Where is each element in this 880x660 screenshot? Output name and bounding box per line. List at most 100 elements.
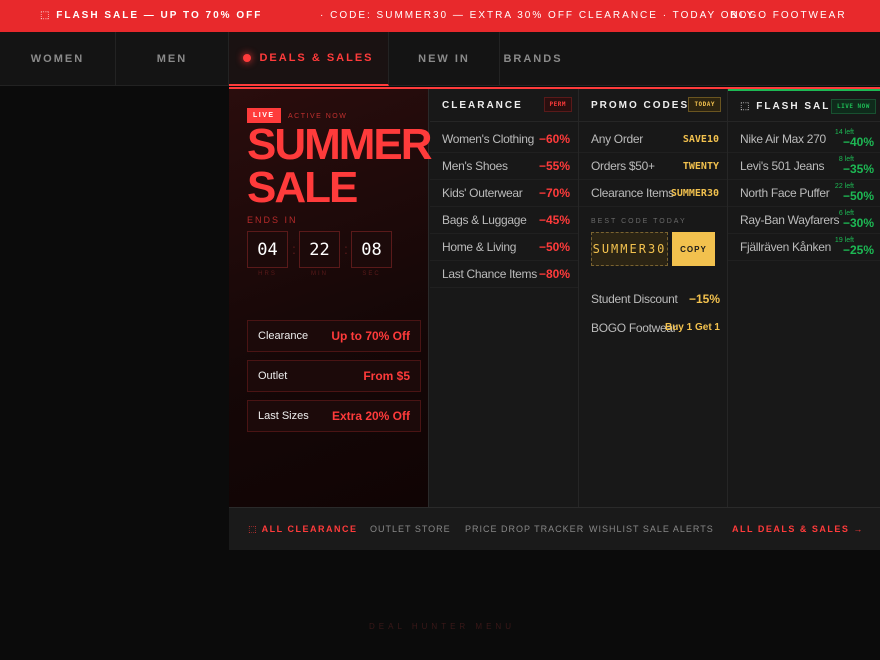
list-item[interactable]: Orders $50+ TWENTY: [579, 153, 727, 180]
all-clearance-link[interactable]: ⬚ ALL CLEARANCE: [248, 524, 358, 535]
nav-item-brands[interactable]: BRANDS: [500, 32, 566, 86]
flash-heading: ⬚ FLASH SALES LIVE NOW: [728, 89, 880, 122]
product-discount: −40%: [842, 135, 874, 149]
price-drop-tracker-link[interactable]: PRICE DROP TRACKER: [465, 524, 584, 534]
promo-value: −15%: [688, 291, 720, 306]
promo-heading: PROMO CODES TODAY: [579, 89, 727, 122]
item-discount: −70%: [538, 186, 570, 200]
nav-item-women[interactable]: WOMEN: [0, 32, 116, 86]
flash-sales-column: ⬚ FLASH SALES LIVE NOW Nike Air Max 270 1…: [728, 89, 880, 507]
item-name: Home & Living: [442, 240, 517, 254]
copy-code-button[interactable]: COPY: [672, 232, 715, 266]
countdown-hours-label: HRS: [258, 271, 277, 277]
promo-name: Student Discount: [591, 291, 678, 306]
product-discount: −35%: [842, 162, 874, 176]
hero-title-line1: SUMMER: [247, 120, 433, 169]
outlet-store-link[interactable]: OUTLET STORE: [370, 524, 451, 534]
list-item[interactable]: North Face Puffer 22 left −50%: [728, 180, 880, 207]
promo-code: TWENTY: [682, 160, 719, 172]
item-name: Last Chance Items: [442, 267, 537, 281]
list-item[interactable]: Home & Living −50%: [430, 234, 578, 261]
list-item[interactable]: Any Order SAVE10: [579, 126, 727, 153]
main-nav: WOMEN MEN DEALS & SALES NEW IN BRANDS: [0, 32, 880, 86]
page-caption: DEAL HUNTER MENU: [369, 622, 515, 631]
product-name: North Face Puffer: [740, 186, 830, 200]
hero-link-value: From $5: [363, 369, 410, 383]
list-item[interactable]: Women's Clothing −60%: [430, 126, 578, 153]
promo-codes-column: PROMO CODES TODAY Any Order SAVE10 Orders…: [579, 89, 728, 507]
hero-link-last-sizes[interactable]: Last Sizes Extra 20% Off: [247, 400, 421, 432]
wishlist-sale-alerts-link[interactable]: WISHLIST SALE ALERTS: [589, 524, 714, 534]
product-discount: −50%: [842, 189, 874, 203]
live-now-tag: LIVE NOW: [831, 99, 876, 114]
promo-heading-label: PROMO CODES: [591, 99, 690, 111]
list-item[interactable]: Ray-Ban Wayfarers 6 left −30%: [728, 207, 880, 234]
clearance-heading: CLEARANCE PERM: [430, 89, 578, 122]
hero-link-value: Up to 70% Off: [331, 329, 410, 343]
item-discount: −80%: [538, 267, 570, 281]
list-item[interactable]: BOGO Footwear Buy 1 Get 1: [579, 314, 728, 341]
hero-link-clearance[interactable]: Clearance Up to 70% Off: [247, 320, 421, 352]
list-item[interactable]: Fjällräven Kånken 19 left −25%: [728, 234, 880, 261]
list-item[interactable]: Bags & Luggage −45%: [430, 207, 578, 234]
countdown-separator: :: [344, 241, 348, 257]
today-tag: TODAY: [688, 97, 721, 112]
promo-name: BOGO Footwear: [591, 320, 677, 335]
hero-link-name: Clearance: [258, 330, 309, 342]
hero-title: SUMMER SALE: [247, 120, 433, 212]
product-name: Ray-Ban Wayfarers: [740, 213, 840, 227]
product-discount: −30%: [842, 216, 874, 230]
mega-menu-footer: ⬚ ALL CLEARANCE OUTLET STORE PRICE DROP …: [229, 507, 880, 550]
promo-value: Buy 1 Get 1: [664, 322, 720, 333]
list-item[interactable]: Levi's 501 Jeans 8 left −35%: [728, 153, 880, 180]
best-code-label: BEST CODE TODAY: [591, 218, 687, 225]
hero-link-name: Last Sizes: [258, 410, 309, 422]
promo-ticker: ⬚ FLASH SALE — UP TO 70% OFF · CODE: SUM…: [0, 0, 880, 32]
product-name: Nike Air Max 270: [740, 132, 826, 146]
best-code-box[interactable]: SUMMER30: [591, 232, 668, 266]
list-item[interactable]: Clearance Items SUMMER30: [579, 180, 727, 207]
perm-tag: PERM: [543, 97, 572, 112]
nav-item-deals-label: DEALS & SALES: [259, 52, 374, 64]
list-item[interactable]: Kids' Outerwear −70%: [430, 180, 578, 207]
deals-mega-menu: LIVE ACTIVE NOW SUMMER SALE ENDS IN 04 :…: [229, 87, 880, 550]
hero-link-name: Outlet: [258, 370, 288, 382]
countdown-minutes-label: MIN: [311, 271, 328, 277]
list-item[interactable]: Nike Air Max 270 14 left −40%: [728, 126, 880, 153]
product-name: Levi's 501 Jeans: [740, 159, 825, 173]
list-item[interactable]: Student Discount −15%: [579, 285, 728, 312]
ticker-code: · CODE: SUMMER30 — EXTRA 30% OFF CLEARAN…: [320, 10, 756, 21]
promo-code: SUMMER30: [670, 187, 719, 199]
countdown-minutes: 22: [299, 231, 340, 268]
promo-name: Clearance Items: [591, 186, 674, 200]
summer-sale-hero: LIVE ACTIVE NOW SUMMER SALE ENDS IN 04 :…: [229, 89, 433, 507]
hero-link-value: Extra 20% Off: [331, 409, 410, 423]
hero-link-outlet[interactable]: Outlet From $5: [247, 360, 421, 392]
ends-in-label: ENDS IN: [247, 215, 298, 225]
clearance-heading-label: CLEARANCE: [442, 99, 523, 111]
product-name: Fjällräven Kånken: [740, 240, 831, 254]
ticker-flash-sale: ⬚ FLASH SALE — UP TO 70% OFF: [40, 10, 263, 21]
item-discount: −60%: [538, 132, 570, 146]
nav-item-men[interactable]: MEN: [116, 32, 229, 86]
countdown-seconds: 08: [351, 231, 392, 268]
item-discount: −55%: [538, 159, 570, 173]
item-discount: −50%: [538, 240, 570, 254]
promo-name: Any Order: [591, 132, 643, 146]
product-discount: −25%: [842, 243, 874, 257]
nav-item-deals[interactable]: DEALS & SALES: [229, 32, 389, 86]
item-name: Kids' Outerwear: [442, 186, 523, 200]
countdown-separator: :: [292, 241, 296, 257]
all-deals-link[interactable]: ALL DEALS & SALES →: [732, 524, 864, 534]
clearance-column: CLEARANCE PERM Women's Clothing −60% Men'…: [430, 89, 579, 507]
list-item[interactable]: Last Chance Items −80%: [430, 261, 578, 288]
promo-name: Orders $50+: [591, 159, 655, 173]
list-item[interactable]: Men's Shoes −55%: [430, 153, 578, 180]
promo-code: SAVE10: [682, 133, 719, 145]
countdown-hours: 04: [247, 231, 288, 268]
ticker-bogo: BOGO FOOTWEAR: [730, 10, 847, 21]
hero-title-line2: SALE: [247, 163, 358, 212]
nav-item-new-in[interactable]: NEW IN: [389, 32, 500, 86]
item-discount: −45%: [538, 213, 570, 227]
item-name: Bags & Luggage: [442, 213, 527, 227]
